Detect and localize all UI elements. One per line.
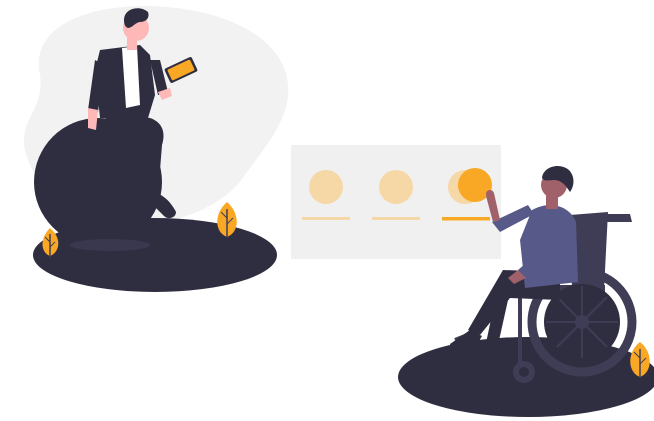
illustration-canvas bbox=[23, 5, 654, 417]
ball-shadow bbox=[70, 239, 150, 251]
option-selector-card bbox=[291, 145, 501, 259]
illustration-scene bbox=[0, 0, 654, 421]
